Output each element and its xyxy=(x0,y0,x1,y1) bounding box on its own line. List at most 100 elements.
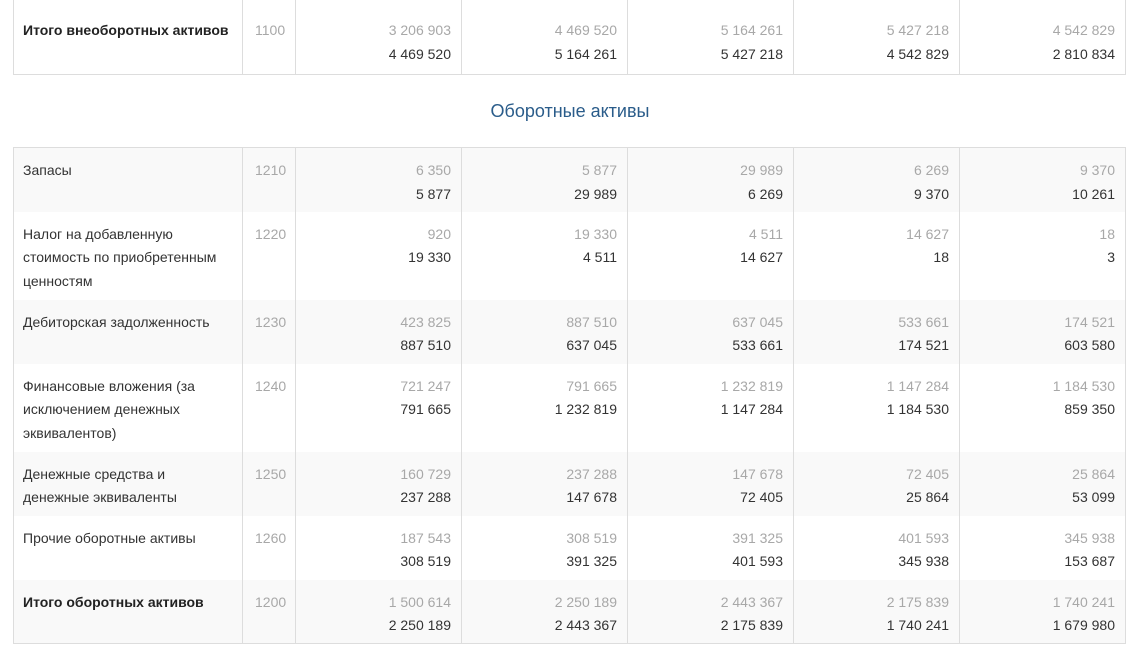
current-value: 29 989 xyxy=(574,185,617,202)
previous-value: 72 405 xyxy=(906,465,949,482)
current-value: 533 661 xyxy=(732,337,783,353)
previous-value: 5 427 218 xyxy=(886,22,949,38)
current-value: 153 687 xyxy=(1064,553,1115,569)
previous-value: 345 938 xyxy=(1064,529,1115,546)
noncurrent-assets-total-table: Итого внеоборотных активов 1100 3 206 90… xyxy=(13,0,1126,75)
value-cell: 2 443 367 2 175 839 xyxy=(627,579,794,644)
current-value: 3 xyxy=(1107,249,1115,265)
current-value: 791 665 xyxy=(400,401,451,417)
table-row: Финансовые вложения (за исключением дене… xyxy=(13,363,1126,452)
previous-value: 3 206 903 xyxy=(388,22,451,38)
previous-value: 2 443 367 xyxy=(720,593,783,610)
value-cell: 6 350 5 877 xyxy=(295,147,462,212)
value-cell: 147 678 72 405 xyxy=(627,451,794,516)
value-cell: 1 500 614 2 250 189 xyxy=(295,579,462,644)
value-cell: 160 729 237 288 xyxy=(295,451,462,516)
current-value: 25 864 xyxy=(906,489,949,505)
previous-value: 391 325 xyxy=(732,529,783,546)
previous-value: 9 370 xyxy=(1079,162,1115,178)
value-cell: 174 521 603 580 xyxy=(959,299,1126,364)
current-value: 637 045 xyxy=(566,337,617,353)
row-name: Запасы xyxy=(13,147,243,212)
value-cell: 391 325 401 593 xyxy=(627,515,794,580)
value-cell: 721 247 791 665 xyxy=(295,363,462,452)
previous-value: 1 232 819 xyxy=(720,377,783,394)
value-cell: 1 232 819 1 147 284 xyxy=(627,363,794,452)
previous-value: 25 864 xyxy=(1072,465,1115,482)
row-code: 1200 xyxy=(242,579,296,644)
current-value: 5 427 218 xyxy=(720,45,783,62)
value-cell: 791 665 1 232 819 xyxy=(461,363,628,452)
previous-value: 19 330 xyxy=(574,225,617,242)
previous-value: 4 511 xyxy=(749,225,783,242)
previous-value: 5 164 261 xyxy=(720,22,783,38)
value-cell: 3 206 903 4 469 520 xyxy=(295,0,462,74)
value-cell: 887 510 637 045 xyxy=(461,299,628,364)
row-name: Финансовые вложения (за исключением дене… xyxy=(13,363,243,452)
value-cell: 14 627 18 xyxy=(793,211,960,300)
row-name: Итого внеоборотных активов xyxy=(13,0,243,74)
current-value: 174 521 xyxy=(898,337,949,353)
row-code: 1230 xyxy=(242,299,296,364)
previous-value: 1 500 614 xyxy=(388,593,451,610)
value-cell: 1 147 284 1 184 530 xyxy=(793,363,960,452)
row-code: 1220 xyxy=(242,211,296,300)
current-value: 2 250 189 xyxy=(388,617,451,633)
table-row: Денежные средства и денежные эквиваленты… xyxy=(13,451,1126,516)
value-cell: 4 511 14 627 xyxy=(627,211,794,300)
value-cell: 1 184 530 859 350 xyxy=(959,363,1126,452)
previous-value: 29 989 xyxy=(740,162,783,178)
value-cell: 533 661 174 521 xyxy=(793,299,960,364)
value-cell: 308 519 391 325 xyxy=(461,515,628,580)
table-row: Запасы 1210 6 350 5 877 5 877 29 989 29 989 6 2… xyxy=(13,147,1126,212)
current-value: 345 938 xyxy=(898,553,949,569)
current-value: 147 678 xyxy=(566,489,617,505)
previous-value: 4 542 829 xyxy=(1052,22,1115,38)
current-value: 1 184 530 xyxy=(886,401,949,417)
current-value: 237 288 xyxy=(400,489,451,505)
row-name: Итого оборотных активов xyxy=(13,579,243,644)
current-value: 19 330 xyxy=(408,249,451,265)
previous-value: 791 665 xyxy=(566,377,617,394)
current-value: 308 519 xyxy=(400,553,451,569)
current-value: 859 350 xyxy=(1064,401,1115,417)
previous-value: 2 250 189 xyxy=(554,593,617,610)
current-value: 1 740 241 xyxy=(886,617,949,633)
value-cell: 2 175 839 1 740 241 xyxy=(793,579,960,644)
previous-value: 1 740 241 xyxy=(1052,593,1115,610)
current-value: 18 xyxy=(933,249,949,265)
section-title: Оборотные активы xyxy=(490,101,650,121)
value-cell: 5 164 261 5 427 218 xyxy=(627,0,794,74)
value-cell: 18 3 xyxy=(959,211,1126,300)
current-value: 4 542 829 xyxy=(886,45,949,62)
current-value: 4 469 520 xyxy=(388,45,451,62)
previous-value: 423 825 xyxy=(400,313,451,330)
current-value: 2 443 367 xyxy=(554,617,617,633)
previous-value: 147 678 xyxy=(732,465,783,482)
row-code: 1250 xyxy=(242,451,296,516)
value-cell: 4 542 829 2 810 834 xyxy=(959,0,1126,74)
value-cell: 72 405 25 864 xyxy=(793,451,960,516)
value-cell: 187 543 308 519 xyxy=(295,515,462,580)
row-name: Денежные средства и денежные эквиваленты xyxy=(13,451,243,516)
current-value: 72 405 xyxy=(740,489,783,505)
previous-value: 4 469 520 xyxy=(554,22,617,38)
row-code: 1240 xyxy=(242,363,296,452)
table-row: Итого оборотных активов 1200 1 500 614 2 25… xyxy=(13,579,1126,644)
current-value: 401 593 xyxy=(732,553,783,569)
row-name: Дебиторская задолженность xyxy=(13,299,243,364)
current-value: 1 232 819 xyxy=(554,401,617,417)
previous-value: 533 661 xyxy=(898,313,949,330)
current-value: 4 511 xyxy=(583,249,617,265)
previous-value: 18 xyxy=(1099,225,1115,242)
previous-value: 6 269 xyxy=(913,162,949,178)
value-cell: 401 593 345 938 xyxy=(793,515,960,580)
row-code: 1260 xyxy=(242,515,296,580)
value-cell: 637 045 533 661 xyxy=(627,299,794,364)
row-code: 1210 xyxy=(242,147,296,212)
previous-value: 174 521 xyxy=(1064,313,1115,330)
value-cell: 345 938 153 687 xyxy=(959,515,1126,580)
value-cell: 25 864 53 099 xyxy=(959,451,1126,516)
current-value: 2 175 839 xyxy=(720,617,783,633)
current-value: 6 269 xyxy=(747,185,783,202)
